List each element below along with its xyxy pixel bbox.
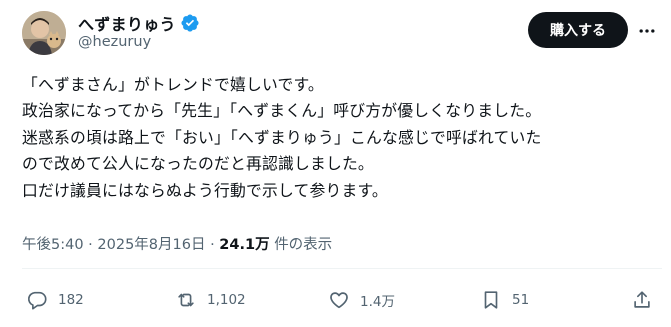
author-handle[interactable]: @hezuruy <box>78 34 151 50</box>
post-text-line: 迷惑系の頃は路上で「おい」「へずまりゅう」こんな感じで呼ばれていた <box>22 127 542 147</box>
post-text-line: 政治家になってから「先生」「へずまくん」呼び方が優しくなりました。 <box>22 101 542 121</box>
meta-separator: · <box>88 237 93 253</box>
post-time[interactable]: 午後5:40 <box>22 237 84 253</box>
post-text: 「へずまさん」がトレンドで嬉しいです。 政治家になってから「先生」「へずまくん」… <box>22 72 662 204</box>
views-label: 件の表示 <box>274 237 333 253</box>
meta-separator: · <box>210 237 215 253</box>
heart-icon <box>330 292 348 309</box>
like-count: 1.4万 <box>360 294 395 310</box>
repost-button[interactable]: 1,102 <box>175 285 246 315</box>
share-button[interactable] <box>631 285 653 315</box>
views-count[interactable]: 24.1万 <box>219 237 269 253</box>
avatar[interactable] <box>22 11 66 55</box>
post-date[interactable]: 2025年8月16日 <box>97 237 205 253</box>
post-header: へずまりゅう @hezuruy 購入する <box>14 8 664 56</box>
action-bar: 182 1,102 1.4万 51 <box>0 285 671 315</box>
post-text-line: 「へずまさん」がトレンドで嬉しいです。 <box>22 75 324 94</box>
reply-button[interactable]: 182 <box>26 285 84 315</box>
reply-icon <box>27 291 47 310</box>
post-metadata: 午後5:40 · 2025年8月16日 · 24.1万 件の表示 <box>22 233 332 254</box>
author-display-name[interactable]: へずまりゅう <box>78 11 176 35</box>
post-text-line: ので改めて公人になったのだと再認識しました。 <box>22 154 374 174</box>
like-button[interactable]: 1.4万 <box>328 285 395 315</box>
reply-count: 182 <box>58 292 84 308</box>
author-name-row: へずまりゅう <box>78 11 200 35</box>
repost-icon <box>178 293 194 307</box>
subscribe-button[interactable]: 購入する <box>528 12 628 48</box>
more-options-icon[interactable] <box>632 16 662 46</box>
divider <box>22 268 662 269</box>
repost-count: 1,102 <box>207 292 246 308</box>
verified-badge-icon <box>180 13 200 33</box>
bookmark-count: 51 <box>512 292 530 308</box>
share-icon <box>634 291 650 308</box>
bookmark-icon <box>484 291 498 309</box>
avatar-photo <box>22 11 66 55</box>
post-card: へずまりゅう @hezuruy 購入する 「へずまさん」がトレンドで嬉しいです。… <box>0 0 671 327</box>
bookmark-button[interactable]: 51 <box>480 285 529 315</box>
post-text-line: 口だけ議員にはならぬよう行動で示して参ります。 <box>22 180 388 200</box>
